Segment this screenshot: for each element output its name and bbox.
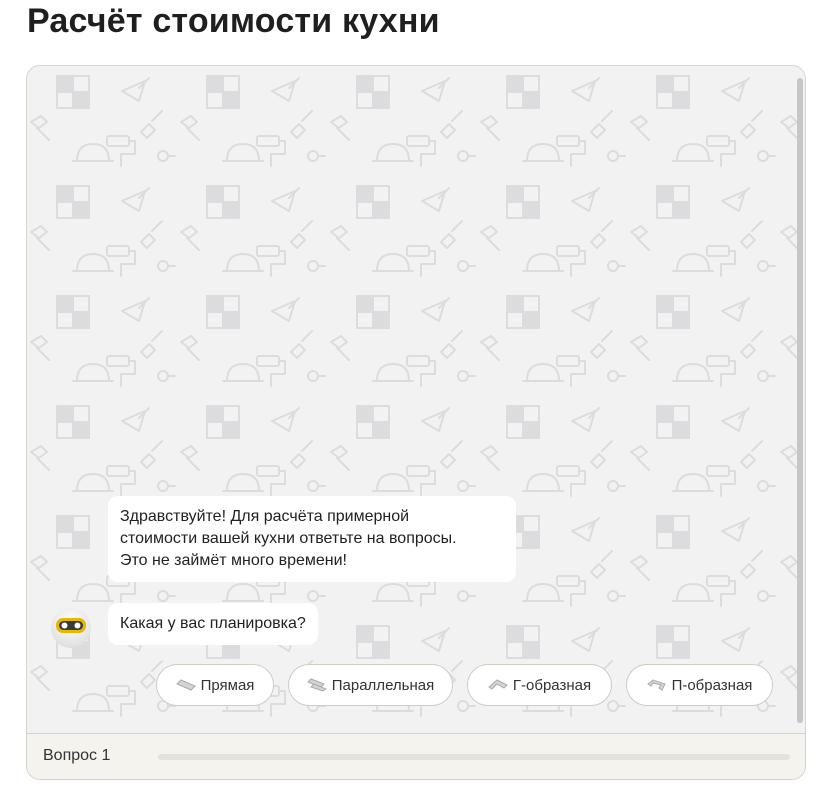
option-l-shaped-button[interactable]: Г-образная [467,664,612,706]
option-parallel-button[interactable]: Параллельная [288,664,453,706]
parallel-layout-icon [306,678,327,692]
straight-layout-icon [175,678,196,692]
option-straight-button[interactable]: Прямая [156,664,274,706]
bot-message-question: Какая у вас планировка? [108,603,318,645]
bot-message-greeting: Здравствуйте! Для расчёта примерной стои… [108,496,516,582]
option-label: Параллельная [331,676,435,694]
message-line: Какая у вас планировка? [120,615,306,632]
chat-area: Здравствуйте! Для расчёта примерной стои… [27,66,805,733]
option-label: П-образная [671,676,753,694]
message-line: Это не займёт много времени! [120,552,347,569]
robot-avatar-icon [51,608,91,648]
option-label: Г-образная [512,676,592,694]
l-shaped-layout-icon [488,678,508,692]
chat-footer: Вопрос 1 [27,733,805,779]
question-counter: Вопрос 1 [43,747,111,764]
message-line: Здравствуйте! Для расчёта примерной [120,508,410,525]
u-shaped-layout-icon [646,678,667,692]
answer-options: Прямая Параллельная Г-образная П-образна… [27,664,805,708]
page-title: Расчёт стоимости кухни [27,2,440,40]
chat-widget: Здравствуйте! Для расчёта примерной стои… [26,65,806,780]
option-label: Прямая [200,676,255,694]
progress-bar [158,754,790,760]
message-line: стоимости вашей кухни ответьте на вопрос… [120,530,457,547]
chat-scrollbar[interactable] [797,78,803,723]
option-u-shaped-button[interactable]: П-образная [626,664,773,706]
